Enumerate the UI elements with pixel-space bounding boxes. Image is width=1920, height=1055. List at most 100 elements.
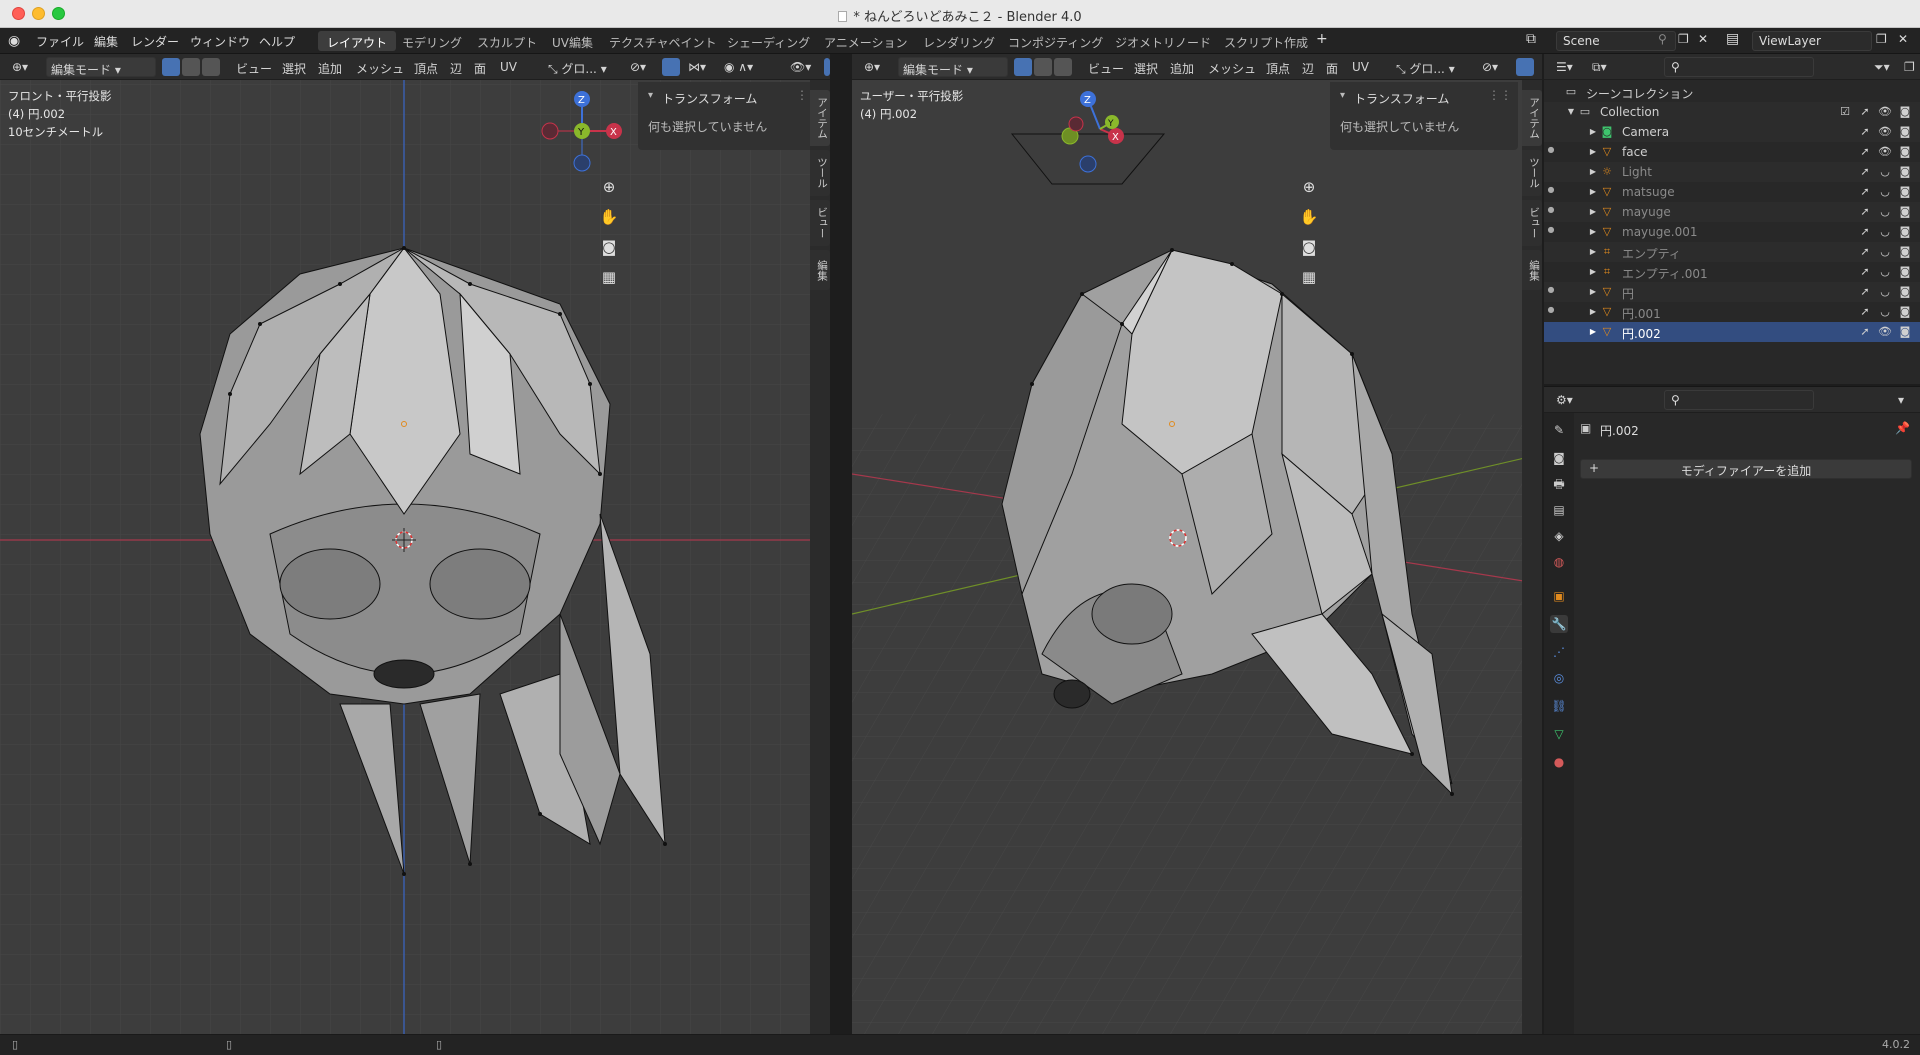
zoom-icon[interactable]: ⊕ xyxy=(596,174,622,200)
output-tab-icon[interactable]: 🖶 xyxy=(1550,475,1568,493)
edge-select-button[interactable] xyxy=(1034,58,1052,76)
particles-tab-icon[interactable]: ⋰ xyxy=(1550,643,1568,661)
select-icon[interactable]: ➚ xyxy=(1858,285,1872,299)
tab-texture-paint[interactable]: テクスチャペイント xyxy=(600,31,726,51)
panel-collapse-icon[interactable]: ▾ xyxy=(1340,90,1345,101)
transform-panel-title[interactable]: トランスフォーム xyxy=(662,90,757,107)
checkbox-icon[interactable]: ☑ xyxy=(1838,105,1852,119)
overlay-visibility-icon[interactable]: 👁▾ xyxy=(786,57,815,77)
eye-icon[interactable]: 👁 xyxy=(1878,145,1892,159)
render-icon[interactable]: ◙ xyxy=(1898,245,1912,259)
snap-icon[interactable] xyxy=(662,58,680,76)
outliner-item[interactable]: ▶ ⌗ エンプティ ➚ ◡ ◙ xyxy=(1544,242,1920,262)
select-icon[interactable]: ➚ xyxy=(1858,245,1872,259)
render-icon[interactable]: ◙ xyxy=(1898,325,1912,339)
ortho-grid-icon[interactable]: ▦ xyxy=(1296,264,1322,290)
eye-icon[interactable]: ◡ xyxy=(1878,225,1892,239)
tab-shading[interactable]: シェーディング xyxy=(718,31,819,51)
render-tab-icon[interactable]: ◙ xyxy=(1550,449,1568,467)
constraints-tab-icon[interactable]: ⛓ xyxy=(1550,697,1568,715)
render-icon[interactable]: ◙ xyxy=(1898,285,1912,299)
menu-render[interactable]: レンダー xyxy=(131,33,179,50)
tab-tool[interactable]: ツール xyxy=(1522,150,1542,196)
viewport-right[interactable]: Z X Y ⊕▾ 編集モード ▾ ビュー 選択 追加 メッシュ 頂点 辺 面 U… xyxy=(852,54,1542,1034)
select-icon[interactable]: ➚ xyxy=(1858,145,1872,159)
expand-icon[interactable]: ▶ xyxy=(1586,305,1600,319)
menu-face[interactable]: 面 xyxy=(1322,57,1342,77)
expand-icon[interactable]: ▶ xyxy=(1586,125,1600,139)
vertex-select-button[interactable] xyxy=(1014,58,1032,76)
delete-scene-icon[interactable]: ✕ xyxy=(1698,32,1708,46)
tab-item[interactable]: アイテム xyxy=(810,90,830,146)
render-icon[interactable]: ◙ xyxy=(1898,225,1912,239)
tab-compositing[interactable]: コンポジティング xyxy=(999,31,1112,51)
render-icon[interactable]: ◙ xyxy=(1898,305,1912,319)
edit-mode-dot-icon[interactable]: ● xyxy=(1544,185,1558,199)
pan-hand-icon[interactable]: ✋ xyxy=(1296,204,1322,230)
mode-selector[interactable]: 編集モード ▾ xyxy=(898,57,1008,77)
outliner-item[interactable]: ● ▶ ▽ mayuge ➚ ◡ ◙ xyxy=(1544,202,1920,222)
gizmo-toggle-icon[interactable] xyxy=(824,58,830,76)
menu-select[interactable]: 選択 xyxy=(278,57,310,77)
pan-hand-icon[interactable]: ✋ xyxy=(596,204,622,230)
options-chevron-icon[interactable]: ▾ xyxy=(1894,390,1908,410)
expand-icon[interactable]: ▶ xyxy=(1586,265,1600,279)
menu-help[interactable]: ヘルプ xyxy=(259,33,295,50)
transform-orientation[interactable]: ⤡ グロ... ▾ xyxy=(1392,57,1459,77)
outliner-item[interactable]: ● ▶ ▽ mayuge.001 ➚ ◡ ◙ xyxy=(1544,222,1920,242)
select-icon[interactable]: ➚ xyxy=(1858,165,1872,179)
menu-window[interactable]: ウィンドウ xyxy=(190,33,250,50)
camera-view-icon[interactable]: ◙ xyxy=(596,234,622,260)
display-mode-icon[interactable]: ⧉▾ xyxy=(1588,57,1611,77)
render-icon[interactable]: ◙ xyxy=(1898,125,1912,139)
expand-icon[interactable]: ▶ xyxy=(1586,145,1600,159)
eye-icon[interactable]: ◡ xyxy=(1878,205,1892,219)
menu-file[interactable]: ファイル xyxy=(36,33,84,50)
pin-icon[interactable]: ⚲ xyxy=(1658,32,1667,46)
eye-icon[interactable]: ◡ xyxy=(1878,185,1892,199)
new-scene-icon[interactable]: ❐ xyxy=(1678,32,1689,46)
new-view-layer-icon[interactable]: ❐ xyxy=(1876,32,1887,46)
eye-icon[interactable]: ◡ xyxy=(1878,245,1892,259)
tab-edit[interactable]: 編集 xyxy=(1522,250,1542,290)
expand-icon[interactable]: ▶ xyxy=(1586,245,1600,259)
edit-mode-dot-icon[interactable]: ● xyxy=(1544,225,1558,239)
outliner-search-input[interactable]: ⚲ xyxy=(1664,57,1814,77)
face-select-button[interactable] xyxy=(1054,58,1072,76)
eye-icon[interactable]: ◡ xyxy=(1878,265,1892,279)
tab-uv-editing[interactable]: UV編集 xyxy=(543,31,602,51)
mode-selector[interactable]: 編集モード ▾ xyxy=(46,57,156,77)
transform-panel-title[interactable]: トランスフォーム xyxy=(1354,90,1449,107)
outliner-item[interactable]: ● ▶ ▽ 円.001 ➚ ◡ ◙ xyxy=(1544,302,1920,322)
render-icon[interactable]: ◙ xyxy=(1898,205,1912,219)
properties-editor-type-icon[interactable]: ⚙▾ xyxy=(1552,390,1577,410)
edit-mode-dot-icon[interactable]: ● xyxy=(1544,205,1558,219)
select-icon[interactable]: ➚ xyxy=(1858,125,1872,139)
expand-icon[interactable]: ▶ xyxy=(1586,225,1600,239)
outliner-editor-type-icon[interactable]: ☰▾ xyxy=(1552,57,1577,77)
blender-logo-icon[interactable]: ◉ xyxy=(8,33,20,49)
edit-mode-dot-icon[interactable]: ● xyxy=(1544,145,1558,159)
select-icon[interactable]: ➚ xyxy=(1858,225,1872,239)
scene-icon[interactable]: ⧉ xyxy=(1526,31,1536,47)
tab-edit[interactable]: 編集 xyxy=(810,250,830,290)
pin-icon[interactable]: 📌 xyxy=(1895,421,1910,435)
object-tab-icon[interactable]: ▣ xyxy=(1550,587,1568,605)
data-tab-icon[interactable]: ▽ xyxy=(1550,725,1568,743)
filter-icon[interactable]: ⏷▾ xyxy=(1870,57,1894,77)
properties-search-input[interactable]: ⚲ xyxy=(1664,390,1814,410)
delete-view-layer-icon[interactable]: ✕ xyxy=(1898,32,1908,46)
face-select-button[interactable] xyxy=(202,58,220,76)
outliner-item[interactable]: ▶ ⌗ エンプティ.001 ➚ ◡ ◙ xyxy=(1544,262,1920,282)
menu-add[interactable]: 追加 xyxy=(314,57,346,77)
menu-select[interactable]: 選択 xyxy=(1130,57,1162,77)
edit-mode-dot-icon[interactable]: ● xyxy=(1544,305,1558,319)
expand-icon[interactable]: ▶ xyxy=(1586,325,1600,339)
menu-add[interactable]: 追加 xyxy=(1166,57,1198,77)
eye-icon[interactable]: ◡ xyxy=(1878,165,1892,179)
menu-edge[interactable]: 辺 xyxy=(446,57,466,77)
menu-mesh[interactable]: メッシュ xyxy=(352,57,408,77)
add-modifier-button[interactable]: + モディファイアーを追加 xyxy=(1580,459,1912,479)
proportional-edit-icon[interactable]: ◉ ∧▾ xyxy=(720,57,757,77)
tab-view[interactable]: ビュー xyxy=(1522,200,1542,246)
